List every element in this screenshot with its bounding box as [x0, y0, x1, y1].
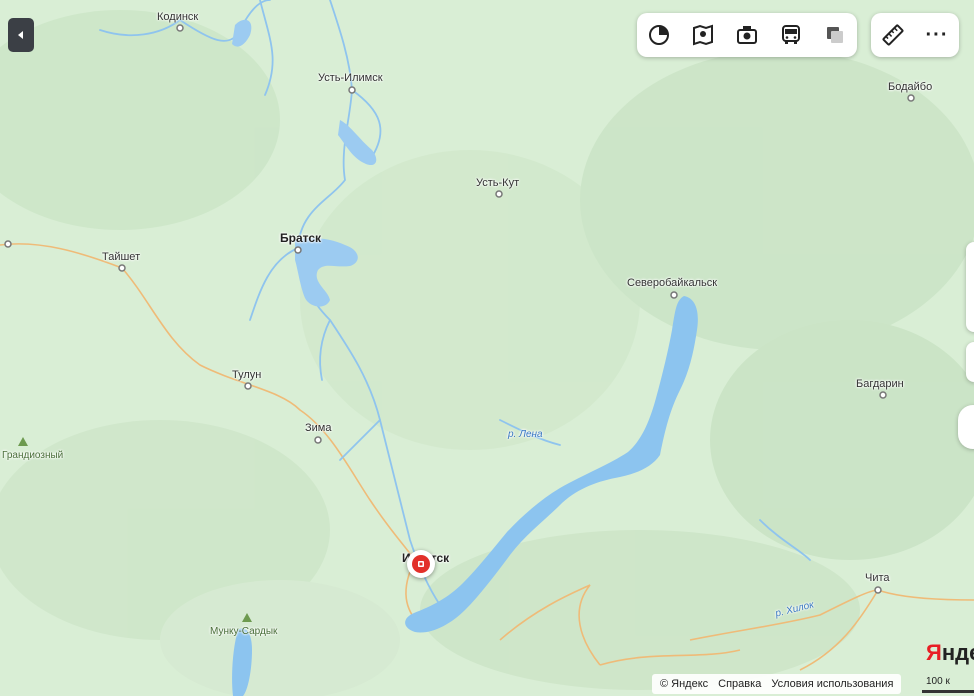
layers-icon: [649, 25, 669, 45]
city-label-taishet: Тайшет: [102, 251, 141, 263]
city-label-chita: Чита: [865, 572, 890, 584]
copyright-text: © Яндекс: [660, 678, 709, 690]
ruler-button[interactable]: [871, 13, 915, 57]
peak-label-munku-sardyk: Мунку-Сардык: [210, 626, 278, 637]
city-dot-tulun: [244, 382, 252, 390]
city-dot-bagdarin: [879, 391, 887, 399]
city-label-zima: Зима: [305, 422, 332, 434]
scale-bar: [922, 690, 974, 693]
compass-control[interactable]: [958, 405, 974, 449]
attribution-bar: © Яндекс Справка Условия использования: [652, 674, 902, 694]
map-toolbar: [637, 13, 857, 57]
city-dot-left-edge: [4, 240, 12, 248]
bus-icon: [782, 25, 800, 44]
city-dot-bratsk: [294, 246, 302, 254]
help-link[interactable]: Справка: [718, 678, 761, 690]
panorama-button[interactable]: [681, 13, 725, 57]
transit-button[interactable]: [769, 13, 813, 57]
map-canvas[interactable]: [0, 0, 974, 696]
zoom-control[interactable]: [966, 242, 974, 332]
photo-button[interactable]: [725, 13, 769, 57]
scale-label: 100 к: [926, 676, 950, 687]
city-label-ust-kut: Усть-Кут: [476, 177, 520, 189]
city-dot-taishet: [118, 264, 126, 272]
panorama-icon: [693, 24, 713, 46]
tools-toolbar: ···: [871, 13, 959, 57]
city-dot-kodinsk: [176, 24, 184, 32]
city-label-bratsk: Братск: [280, 231, 322, 245]
more-icon: ···: [925, 23, 949, 46]
ruler-icon: [882, 24, 904, 46]
peak-label-grandiozny: Грандиозный: [2, 450, 64, 461]
city-dot-ust-ilimsk: [348, 86, 356, 94]
layers-button[interactable]: [637, 13, 681, 57]
city-dot-zima: [314, 436, 322, 444]
terms-link[interactable]: Условия использования: [771, 678, 893, 690]
chevron-left-icon: [18, 31, 23, 39]
river-label-lena: р. Лена: [508, 429, 543, 440]
city-dot-severobaikalsk: [670, 291, 678, 299]
city-dot-chita: [874, 586, 882, 594]
city-label-bodaibo: Бодайбо: [888, 81, 933, 93]
selected-place-marker[interactable]: [407, 550, 435, 578]
city-label-ust-ilimsk: Усть-Илимск: [318, 72, 383, 84]
location-control[interactable]: [966, 342, 974, 382]
city-dot-ust-kut: [495, 190, 503, 198]
square-layers-icon: [827, 27, 843, 43]
place-pin-icon: [412, 555, 430, 573]
overlay-button[interactable]: [813, 13, 857, 57]
yandex-logo: Янде: [926, 640, 974, 665]
city-label-kodinsk: Кодинск: [157, 11, 199, 23]
camera-icon: [737, 26, 757, 44]
city-label-tulun: Тулун: [232, 369, 262, 381]
city-label-bagdarin: Багдарин: [856, 378, 904, 390]
collapse-panel-button[interactable]: [8, 18, 34, 52]
more-button[interactable]: ···: [915, 13, 959, 57]
city-dot-bodaibo: [907, 94, 915, 102]
city-label-severobaikalsk: Северобайкальск: [627, 277, 718, 289]
